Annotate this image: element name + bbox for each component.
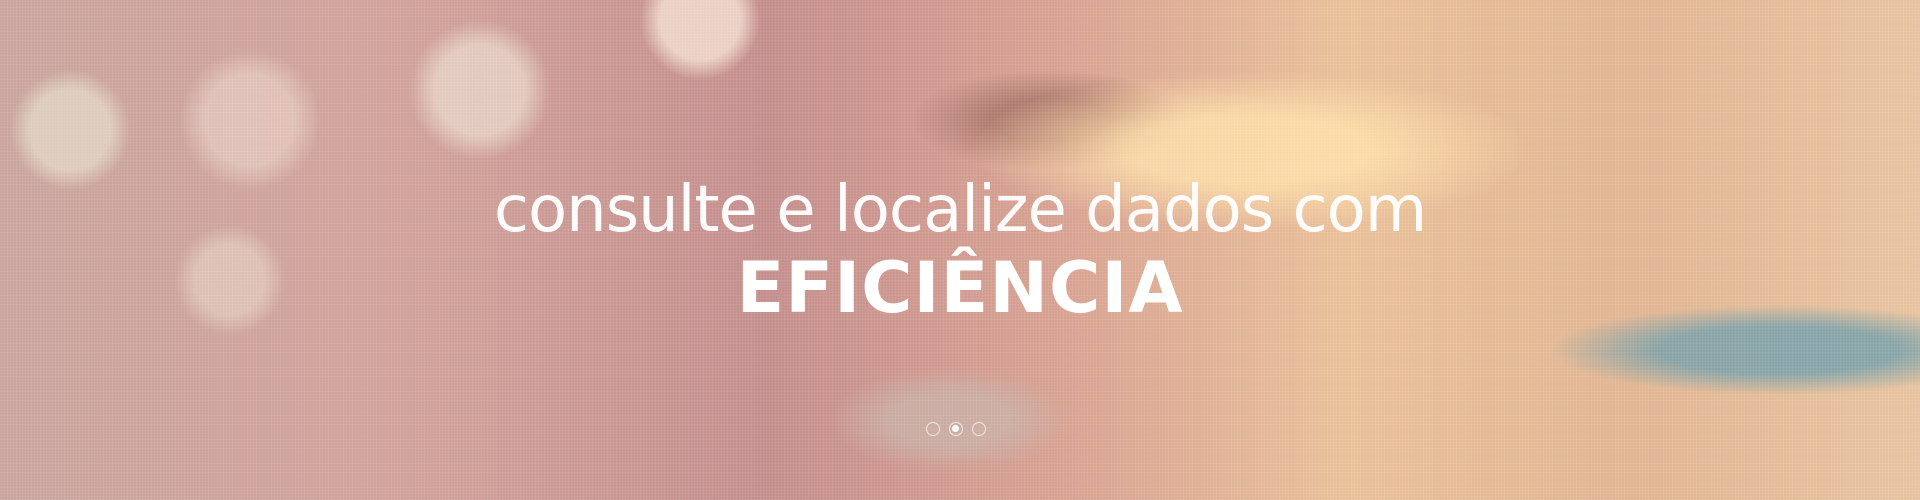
slide-caption: consulte e localize dados com EFICIÊNCIA [0, 172, 1920, 328]
hero-slider: consulte e localize dados com EFICIÊNCIA [0, 0, 1920, 500]
headline-emphasis: EFICIÊNCIA [736, 247, 1184, 329]
slide-dot-2[interactable] [949, 422, 963, 436]
slider-pagination [926, 422, 986, 436]
headline: consulte e localize dados com [493, 173, 1427, 247]
slide-dot-3[interactable] [972, 422, 986, 436]
slide-dot-1[interactable] [926, 422, 940, 436]
